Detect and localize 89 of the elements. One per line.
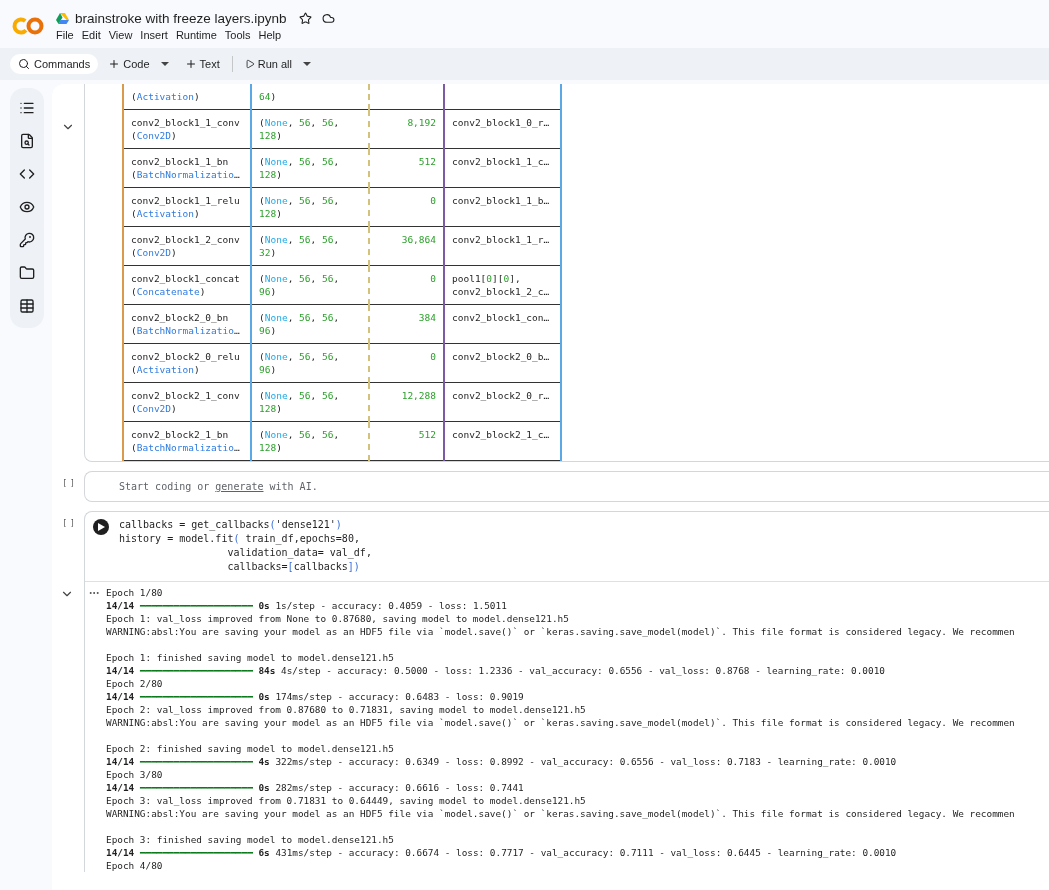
- output-line: Epoch 4/80: [106, 859, 164, 872]
- progress-line: 14/14 ━━━━━━━━━━━━━━━━━━━━ 0s 282ms/step - accuracy: 0.6616 - loss: 0.7441: [106, 781, 525, 794]
- table-cell: conv2_block2_0_r…: [444, 382, 561, 422]
- table-cell: 512: [369, 148, 444, 188]
- star-icon[interactable]: [298, 12, 312, 25]
- generate-link[interactable]: generate: [215, 481, 264, 492]
- table-cell: 8,192: [369, 109, 444, 149]
- table-cell: (None, 56, 56, 128): [251, 382, 369, 422]
- output-line: Epoch 1: finished saving model to model.dense121.h5: [106, 651, 395, 664]
- table-cell: conv2_block1_1_r…: [444, 226, 561, 266]
- logo-icon: [12, 17, 44, 35]
- table-cell: 0: [369, 343, 444, 383]
- progress-line: 14/14 ━━━━━━━━━━━━━━━━━━━━ 0s 1s/step - accuracy: 0.4059 - loss: 1.5011: [106, 599, 508, 612]
- menu-item[interactable]: File: [56, 29, 80, 41]
- plus-icon: [184, 58, 197, 70]
- table-cell: 0: [369, 265, 444, 305]
- table-cell: conv2_block2_0_b…: [444, 343, 561, 383]
- table-cell: (None, 56, 56, 128): [251, 148, 369, 188]
- table-icon[interactable]: [17, 296, 37, 316]
- table-cell: (None, 56, 56, 128): [251, 109, 369, 149]
- output-line: Epoch 3/80: [106, 768, 164, 781]
- output-line: WARNING:absl:You are saving your model as an HDF5 file via `model.save()` or `keras.saving.save_model(model)`. This file format is considered legacy. We recommen: [106, 625, 1015, 638]
- table-cell: (None, 56, 56, 128): [251, 187, 369, 227]
- output-line: WARNING:absl:You are saving your model as an HDF5 file via `model.save()` or `keras.saving.save_model(model)`. This file format is considered legacy. We recommen: [106, 807, 1015, 820]
- table-cell: conv2_block1_concat (Concatenate): [123, 265, 251, 305]
- play-icon: [97, 523, 105, 531]
- placeholder-text: Start coding or generate with AI.: [118, 480, 319, 494]
- drive-icon: [56, 13, 69, 24]
- code-line: callbacks = get_callbacks('dense121'): [119, 518, 343, 532]
- table-cell: conv2_block1_2_conv (Conv2D): [123, 226, 251, 266]
- table-cell: (None, 56, 56, 96): [251, 343, 369, 383]
- table-cell: 36,864: [369, 226, 444, 266]
- progress-line: 14/14 ━━━━━━━━━━━━━━━━━━━━ 4s 322ms/step - accuracy: 0.6349 - loss: 0.8992 - val_accuracy: 0.6556 - val_loss: 0.7183 - learning_rate: 0.0010: [106, 755, 898, 768]
- table-cell: conv2_block1_1_c…: [444, 148, 561, 188]
- table-cell: (None, 56, 56, 32): [251, 226, 369, 266]
- play-icon: [244, 59, 255, 69]
- menu-item[interactable]: View: [108, 29, 139, 41]
- code-line: callbacks=[callbacks]): [226, 560, 361, 574]
- menu-item[interactable]: Edit: [81, 29, 107, 41]
- table-cell: conv2_block2_0_relu (Activation): [123, 343, 251, 383]
- table-cell: (None, 56, 56, 128): [251, 421, 369, 461]
- code-line: validation_data= val_df,: [226, 546, 372, 560]
- table-cell: (None, 56, 56, 96): [251, 304, 369, 344]
- table-cell: conv2_block1_1_bn (BatchNormalizatio…: [123, 148, 251, 188]
- table-cell: conv2_block1_1_relu (Activation): [123, 187, 251, 227]
- table-cell: conv2_block2_0_bn (BatchNormalizatio…: [123, 304, 251, 344]
- table-cell: conv2_block1_1_b…: [444, 187, 561, 227]
- output-line: Epoch 2: finished saving model to model.dense121.h5: [106, 742, 395, 755]
- menu-item[interactable]: Runtime: [175, 29, 223, 41]
- add-cell-button[interactable]: Code: [102, 54, 175, 74]
- table-cell: 12,288: [369, 382, 444, 422]
- table-cell: 512: [369, 421, 444, 461]
- progress-line: 14/14 ━━━━━━━━━━━━━━━━━━━━ 0s 174ms/step - accuracy: 0.6483 - loss: 0.9019: [106, 690, 525, 703]
- add-cell-button[interactable]: Text: [178, 54, 226, 74]
- output-line: WARNING:absl:You are saving your model as an HDF5 file via `model.save()` or `keras.saving.save_model(model)`. This file format is considered legacy. We recommen: [106, 716, 1015, 729]
- search-icon: [18, 58, 30, 70]
- menu-item[interactable]: Tools: [224, 29, 257, 41]
- table-cell: 384: [369, 304, 444, 344]
- menu-item[interactable]: Help: [258, 29, 288, 41]
- notebook-title[interactable]: brainstroke with freeze layers.ipynb: [75, 11, 287, 26]
- table-cell: conv2_block1_con…: [444, 304, 561, 344]
- execution-count: [ ]: [62, 479, 74, 488]
- output-line: Epoch 3: val_loss improved from 0.71831 to 0.64449, saving model to model.dense121.h5: [106, 794, 587, 807]
- table-cell: conv2_block2_1_conv (Conv2D): [123, 382, 251, 422]
- run-button[interactable]: [93, 519, 109, 535]
- output-line: Epoch 2: val_loss improved from 0.87680 to 0.71831, saving model to model.dense121.h5: [106, 703, 587, 716]
- table-cell: (Activation): [123, 84, 251, 110]
- table-cell: conv2_block2_1_bn (BatchNormalizatio…: [123, 421, 251, 461]
- key-icon[interactable]: [17, 230, 37, 250]
- table-cell: pool1[0][0], conv2_block1_2_c…: [444, 265, 561, 305]
- output-line: Epoch 1: val_loss improved from None to 0.87680, saving model to model.dense121.h5: [106, 612, 570, 625]
- output-line: Epoch 1/80: [106, 586, 164, 599]
- menu-item[interactable]: Insert: [140, 29, 174, 41]
- execution-count: [ ]: [62, 519, 74, 528]
- code-line: history = model.fit( train_df,epochs=80,: [119, 532, 361, 546]
- table-cell: conv2_block1_0_r…: [444, 109, 561, 149]
- table-cell: 64): [251, 84, 369, 110]
- table-cell: 0: [369, 187, 444, 227]
- cloud-icon[interactable]: [321, 12, 335, 25]
- progress-line: 14/14 ━━━━━━━━━━━━━━━━━━━━ 84s 4s/step - accuracy: 0.5000 - loss: 1.2336 - val_accuracy: 0.6556 - val_loss: 0.8768 - learning_rate: 0.0010: [106, 664, 886, 677]
- commands-button[interactable]: Commands: [10, 54, 99, 74]
- progress-line: 14/14 ━━━━━━━━━━━━━━━━━━━━ 6s 431ms/step - accuracy: 0.6674 - loss: 0.7717 - val_accuracy: 0.7111 - val_loss: 0.6445 - learning_rate: 0.0010: [106, 846, 898, 859]
- table-cell: conv2_block1_1_conv (Conv2D): [123, 109, 251, 149]
- table-cell: conv2_block2_1_c…: [444, 421, 561, 461]
- plus-icon: [108, 58, 121, 70]
- run-all-button[interactable]: Run all: [238, 54, 317, 74]
- table-cell: (None, 56, 56, 96): [251, 265, 369, 305]
- output-line: Epoch 3: finished saving model to model.dense121.h5: [106, 833, 395, 846]
- output-line: Epoch 2/80: [106, 677, 164, 690]
